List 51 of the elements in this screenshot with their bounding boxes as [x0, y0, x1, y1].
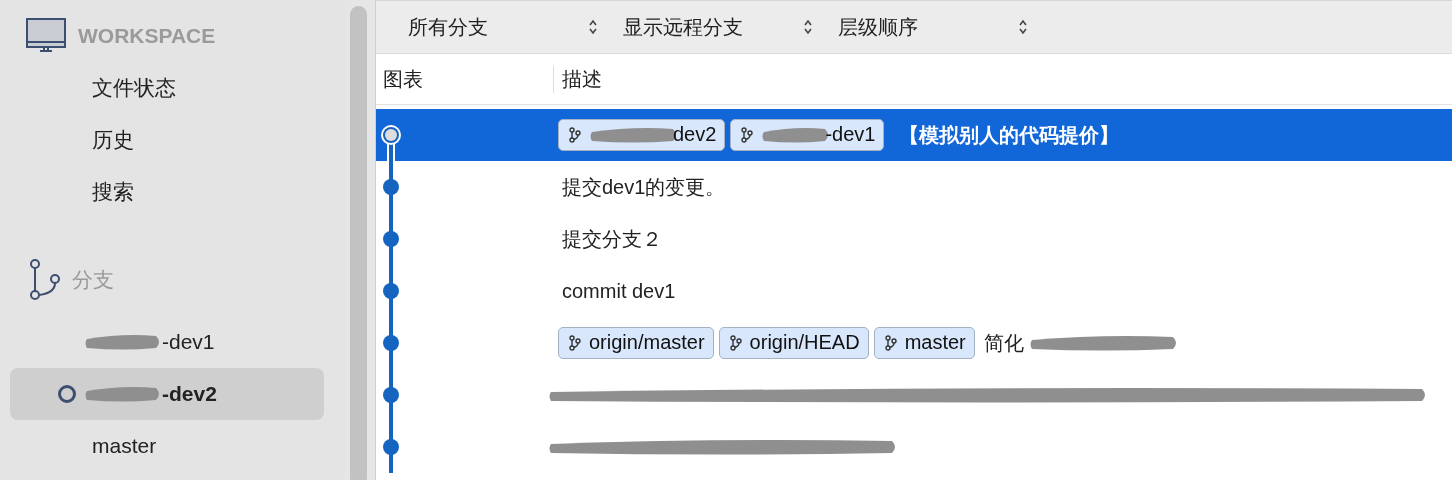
commit-row[interactable]: dev2 -dev1 【模拟别人的代码提价】 [376, 109, 1452, 161]
branch-name: master [92, 434, 157, 458]
branch-item[interactable]: master [10, 420, 324, 472]
tag-label: origin/master [589, 331, 705, 354]
dropdown-label: 层级顺序 [838, 14, 918, 40]
column-header[interactable]: 描述 [554, 65, 602, 93]
branch-tag[interactable]: origin/master [558, 327, 714, 359]
commit-row[interactable]: commit dev1 [376, 265, 1452, 317]
updown-chevron-icon [803, 19, 813, 35]
updown-chevron-icon [1018, 19, 1028, 35]
filter-dropdown[interactable]: 层级顺序 [838, 13, 1028, 41]
sidebar-item[interactable]: 文件状态 [10, 62, 324, 114]
section-header: 分支 [72, 267, 114, 293]
commit-message: 提交dev1的变更。 [562, 174, 726, 200]
branch-icon [884, 334, 897, 351]
branch-icon [569, 334, 581, 351]
branch-tag[interactable]: origin/HEAD [718, 327, 869, 359]
branch-icon [729, 334, 742, 351]
sidebar-item[interactable]: 历史 [10, 114, 324, 166]
filter-dropdown[interactable]: 显示远程分支 [623, 13, 813, 41]
tag-label: dev2 [673, 123, 717, 146]
tag-label: -dev1 [825, 123, 876, 146]
branch-icon [30, 259, 60, 301]
current-branch-icon [58, 385, 76, 403]
scrollbar-thumb[interactable] [350, 6, 367, 480]
branch-item[interactable]: -dev2 [10, 368, 324, 420]
dropdown-label: 显示远程分支 [623, 14, 743, 40]
commit-message: 【模拟别人的代码提价】 [899, 122, 1120, 148]
monitor-icon [26, 18, 66, 54]
branch-item[interactable]: -dev1 [10, 316, 324, 368]
updown-chevron-icon [588, 19, 598, 35]
branch-tag[interactable]: -dev1 [730, 119, 885, 151]
sidebar-item[interactable]: 搜索 [10, 166, 324, 218]
commit-row[interactable]: 提交分支２ [376, 213, 1452, 265]
column-header[interactable]: 图表 [376, 65, 554, 93]
branch-icon [741, 126, 754, 143]
commit-row[interactable]: origin/master origin/HEAD master 简化 [376, 317, 1452, 369]
commit-row[interactable]: 提交dev1的变更。 [376, 161, 1452, 213]
commit-message: 提交分支２ [562, 226, 662, 252]
branch-name: -dev1 [162, 330, 215, 354]
tag-label: origin/HEAD [749, 331, 860, 354]
commit-message: commit dev1 [562, 279, 676, 303]
branch-tag[interactable]: dev2 [558, 119, 726, 151]
tag-label: master [904, 331, 966, 354]
branch-tag[interactable]: master [873, 327, 975, 359]
branch-icon [569, 126, 581, 143]
commit-message: 简化 [983, 330, 1024, 356]
dropdown-label: 所有分支 [408, 14, 488, 40]
section-header: WORKSPACE [78, 24, 216, 48]
filter-dropdown[interactable]: 所有分支 [408, 13, 598, 41]
branch-name: -dev2 [162, 382, 217, 406]
